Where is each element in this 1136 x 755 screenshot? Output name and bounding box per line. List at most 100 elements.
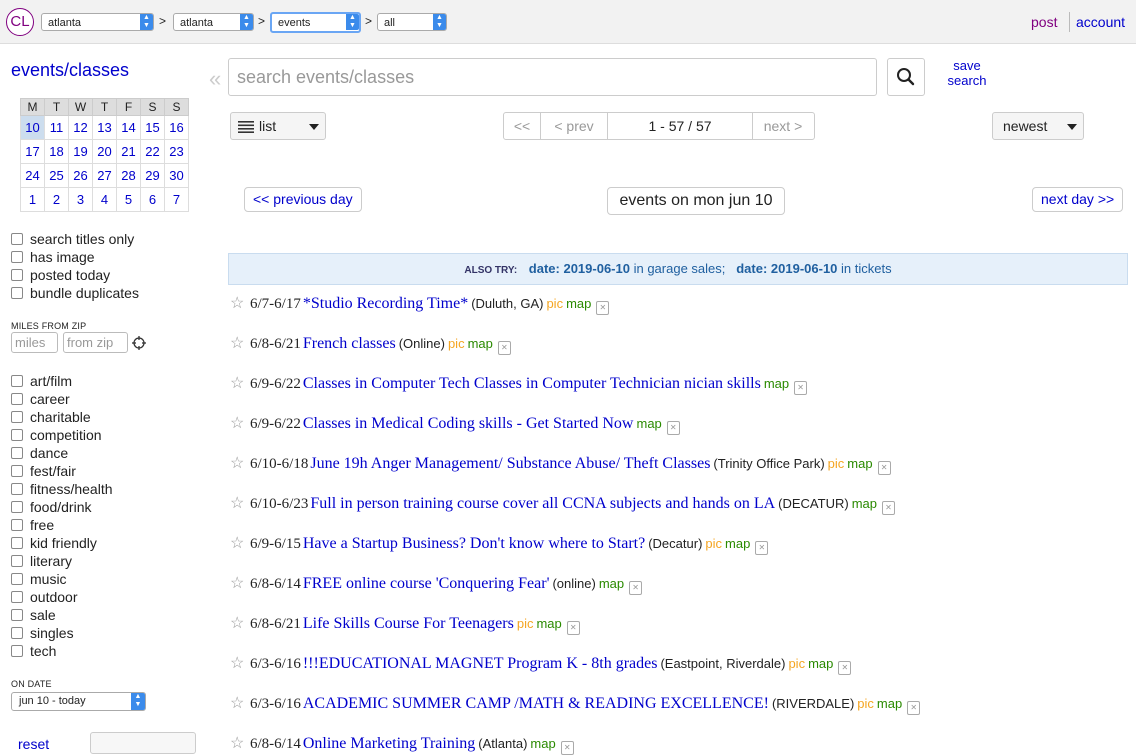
listing-title[interactable]: Full in person training course cover all… [310, 495, 775, 512]
previous-day-button[interactable]: << previous day [244, 187, 362, 212]
also-try-link-garage-sales[interactable]: date: 2019-06-10 in garage sales; [529, 261, 726, 276]
event-type-filter[interactable]: music [11, 570, 67, 588]
view-mode-select[interactable]: list [230, 112, 326, 140]
calendar-day[interactable]: 4 [92, 187, 117, 212]
listing-map-tag[interactable]: map [636, 416, 661, 431]
calendar-day[interactable]: 25 [44, 163, 69, 188]
listing-title[interactable]: FREE online course 'Conquering Fear' [303, 575, 550, 592]
update-search-button[interactable] [90, 732, 196, 754]
favorite-star-icon[interactable]: ☆ [230, 693, 246, 715]
zip-input[interactable]: from zip [63, 332, 128, 353]
hide-listing-icon[interactable]: ✕ [629, 581, 643, 595]
collapse-sidebar-icon[interactable]: « [209, 66, 221, 92]
favorite-star-icon[interactable]: ☆ [230, 573, 246, 595]
calendar-day[interactable]: 1 [20, 187, 45, 212]
subarea-select[interactable]: atlanta ▲ ▼ [173, 13, 254, 31]
calendar-day[interactable]: 21 [116, 139, 141, 164]
checkbox[interactable] [11, 627, 23, 639]
listing-map-tag[interactable]: map [877, 696, 902, 711]
listing-title[interactable]: Have a Startup Business? Don't know wher… [303, 535, 645, 552]
search-input[interactable]: search events/classes [228, 58, 877, 96]
calendar-day[interactable]: 12 [68, 115, 93, 140]
listing-title[interactable]: French classes [303, 335, 396, 352]
listing-title[interactable]: ACADEMIC SUMMER CAMP /MATH & READING EXC… [303, 695, 769, 712]
listing-title[interactable]: Classes in Medical Coding skills - Get S… [303, 415, 634, 432]
listing-map-tag[interactable]: map [852, 496, 877, 511]
calendar-day[interactable]: 6 [140, 187, 165, 212]
calendar-day[interactable]: 18 [44, 139, 69, 164]
calendar-day[interactable]: 28 [116, 163, 141, 188]
checkbox[interactable] [11, 393, 23, 405]
section-select[interactable]: events ▲ ▼ [270, 12, 361, 33]
next-page-button[interactable]: next > [753, 113, 813, 139]
prev-page-button[interactable]: < prev [541, 113, 608, 139]
event-type-filter[interactable]: charitable [11, 408, 91, 426]
event-type-filter[interactable]: fest/fair [11, 462, 76, 480]
checkbox[interactable] [11, 645, 23, 657]
calendar-day[interactable]: 22 [140, 139, 165, 164]
event-type-filter[interactable]: singles [11, 624, 74, 642]
event-type-filter[interactable]: competition [11, 426, 102, 444]
hide-listing-icon[interactable]: ✕ [794, 381, 808, 395]
listing-map-tag[interactable]: map [808, 656, 833, 671]
checkbox[interactable] [11, 375, 23, 387]
miles-input[interactable]: miles [11, 332, 58, 353]
favorite-star-icon[interactable]: ☆ [230, 293, 246, 315]
hide-listing-icon[interactable]: ✕ [497, 341, 511, 355]
checkbox[interactable] [11, 233, 23, 245]
search-button[interactable] [887, 58, 925, 96]
calendar-day[interactable]: 10 [20, 115, 45, 140]
listing-map-tag[interactable]: map [566, 296, 591, 311]
favorite-star-icon[interactable]: ☆ [230, 613, 246, 635]
event-type-filter[interactable]: art/film [11, 372, 72, 390]
post-link[interactable]: post [1031, 14, 1057, 30]
calendar-day[interactable]: 24 [20, 163, 45, 188]
calendar-day[interactable]: 23 [164, 139, 189, 164]
listing-title[interactable]: June 19h Anger Management/ Substance Abu… [310, 455, 710, 472]
checkbox[interactable] [11, 287, 23, 299]
checkbox[interactable] [11, 465, 23, 477]
event-type-filter[interactable]: literary [11, 552, 72, 570]
checkbox[interactable] [11, 609, 23, 621]
hide-listing-icon[interactable]: ✕ [877, 461, 891, 475]
event-type-filter[interactable]: free [11, 516, 54, 534]
hide-listing-icon[interactable]: ✕ [566, 621, 580, 635]
calendar-day[interactable]: 13 [92, 115, 117, 140]
checkbox[interactable] [11, 269, 23, 281]
craigslist-logo[interactable]: CL [6, 8, 34, 36]
calendar-day[interactable]: 29 [140, 163, 165, 188]
favorite-star-icon[interactable]: ☆ [230, 333, 246, 355]
listing-map-tag[interactable]: map [468, 336, 493, 351]
hide-listing-icon[interactable]: ✕ [838, 661, 852, 675]
calendar-day[interactable]: 5 [116, 187, 141, 212]
event-type-filter[interactable]: food/drink [11, 498, 91, 516]
hide-listing-icon[interactable]: ✕ [907, 701, 921, 715]
listing-map-tag[interactable]: map [599, 576, 624, 591]
calendar-day[interactable]: 15 [140, 115, 165, 140]
calendar-day[interactable]: 30 [164, 163, 189, 188]
checkbox[interactable] [11, 519, 23, 531]
also-try-link-tickets[interactable]: date: 2019-06-10 in tickets [736, 261, 891, 276]
checkbox[interactable] [11, 483, 23, 495]
listing-map-tag[interactable]: map [725, 536, 750, 551]
save-search-link[interactable]: save search [940, 58, 994, 88]
next-day-button[interactable]: next day >> [1032, 187, 1124, 212]
area-select[interactable]: atlanta ▲ ▼ [41, 13, 154, 31]
favorite-star-icon[interactable]: ☆ [230, 733, 246, 755]
calendar-day[interactable]: 20 [92, 139, 117, 164]
checkbox[interactable] [11, 447, 23, 459]
account-link[interactable]: account [1076, 14, 1125, 30]
hide-listing-icon[interactable]: ✕ [881, 501, 895, 515]
listing-title[interactable]: *Studio Recording Time* [303, 295, 468, 312]
checkbox[interactable] [11, 429, 23, 441]
event-type-filter[interactable]: outdoor [11, 588, 77, 606]
favorite-star-icon[interactable]: ☆ [230, 493, 246, 515]
favorite-star-icon[interactable]: ☆ [230, 413, 246, 435]
hide-listing-icon[interactable]: ✕ [596, 301, 610, 315]
checkbox[interactable] [11, 537, 23, 549]
favorite-star-icon[interactable]: ☆ [230, 533, 246, 555]
event-type-filter[interactable]: sale [11, 606, 56, 624]
checkbox[interactable] [11, 573, 23, 585]
calendar-day[interactable]: 2 [44, 187, 69, 212]
event-type-filter[interactable]: dance [11, 444, 68, 462]
